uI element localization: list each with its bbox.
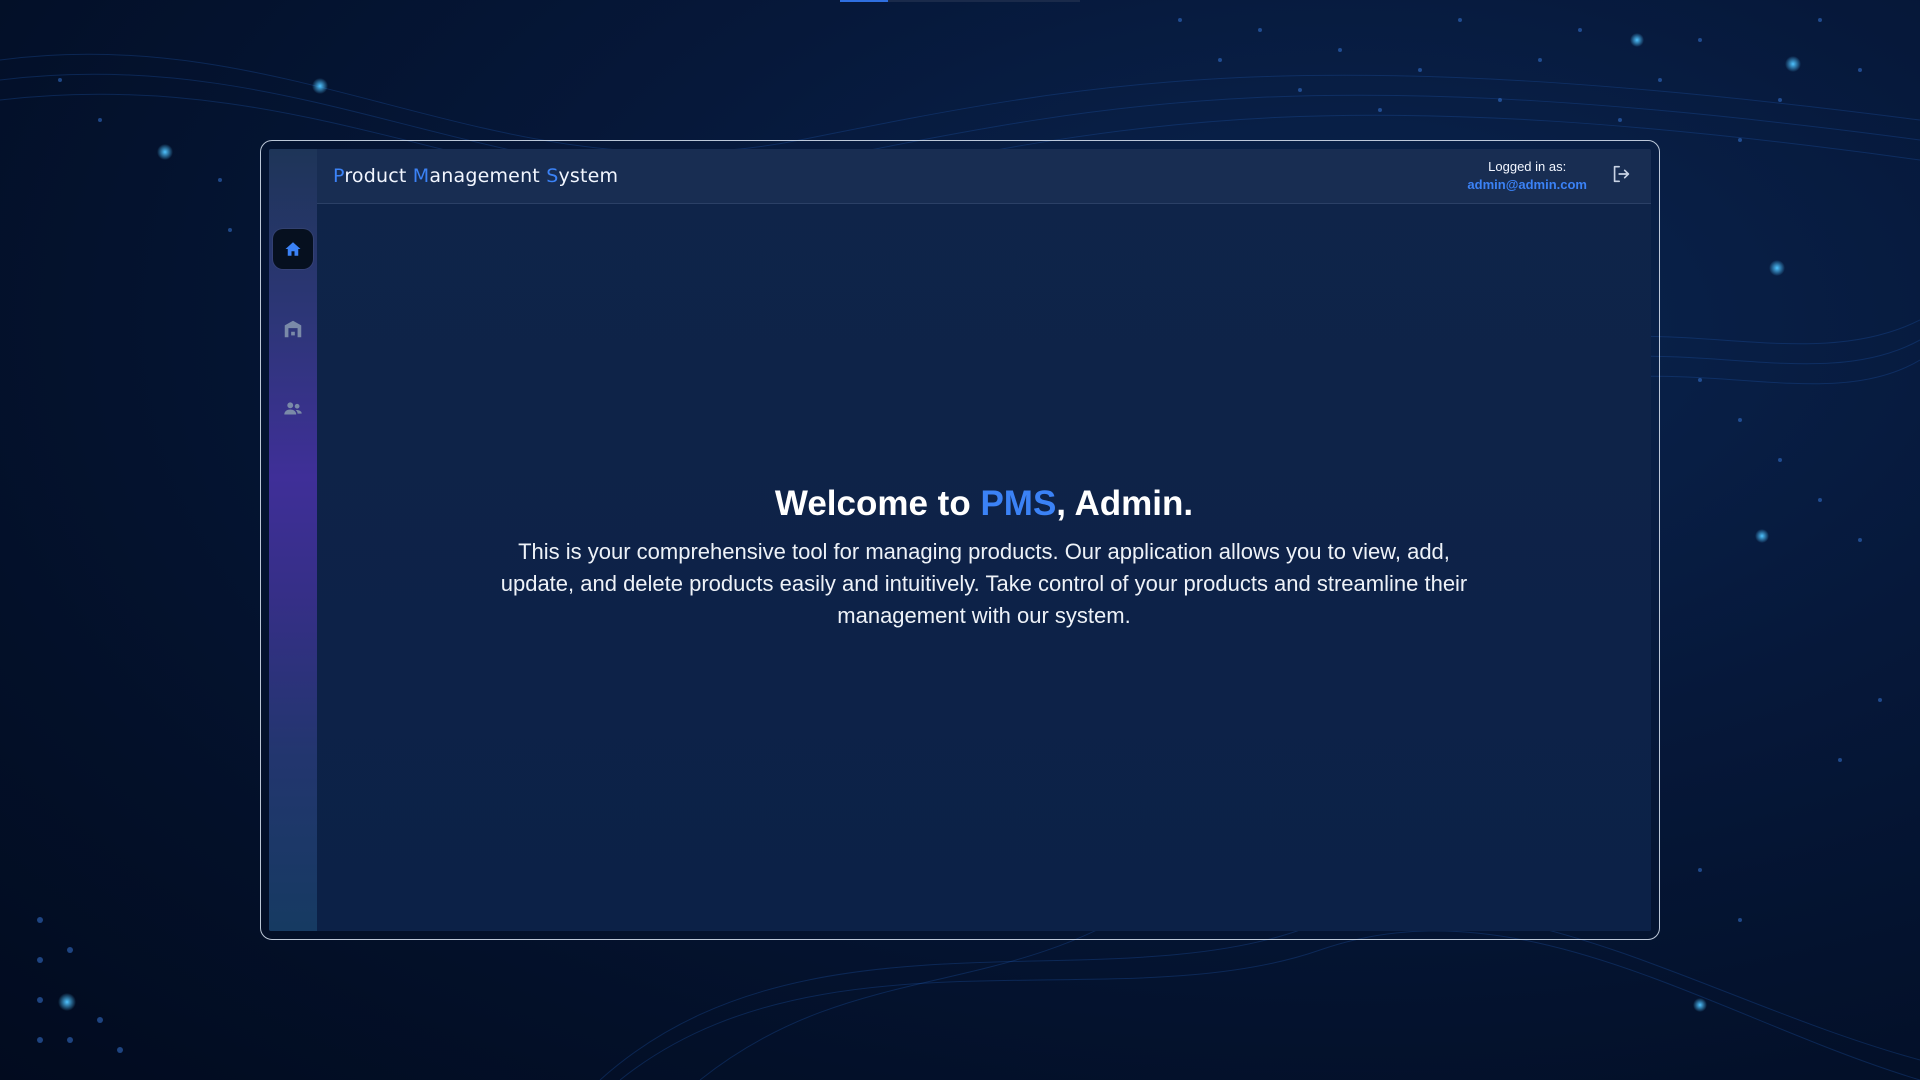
sidebar xyxy=(269,149,317,931)
user-area: Logged in as: admin@admin.com xyxy=(1467,158,1635,194)
logout-button[interactable] xyxy=(1607,162,1635,190)
app-frame: Product Management System Logged in as: … xyxy=(260,140,1660,940)
content-area: Product Management System Logged in as: … xyxy=(317,149,1651,931)
logged-in-label: Logged in as: xyxy=(1488,159,1567,174)
sidebar-item-home[interactable] xyxy=(273,229,313,269)
sidebar-item-warehouse[interactable] xyxy=(273,309,313,349)
user-info: Logged in as: admin@admin.com xyxy=(1467,158,1587,194)
welcome-prefix: Welcome to xyxy=(774,483,981,523)
app-title: Product Management System xyxy=(333,165,618,187)
warehouse-icon xyxy=(282,318,304,340)
welcome-suffix: , Admin. xyxy=(1056,483,1194,523)
topbar: Product Management System Logged in as: … xyxy=(317,149,1651,204)
user-email: admin@admin.com xyxy=(1467,177,1587,192)
welcome-brand: PMS xyxy=(980,483,1057,523)
top-accent-line xyxy=(840,0,1080,2)
home-icon xyxy=(284,240,302,258)
title-letter-m: M xyxy=(412,165,430,187)
title-word-anagement: anagement xyxy=(429,165,547,187)
title-letter-p: P xyxy=(333,165,345,187)
title-word-roduct: roduct xyxy=(344,165,413,187)
logout-icon xyxy=(1610,163,1632,190)
main-panel: Welcome to PMS, Admin. This is your comp… xyxy=(317,204,1651,931)
users-icon xyxy=(282,398,304,420)
welcome-heading: Welcome to PMS, Admin. xyxy=(775,484,1193,524)
sidebar-item-users[interactable] xyxy=(273,389,313,429)
title-letter-s: S xyxy=(546,165,559,187)
title-word-ystem: ystem xyxy=(558,165,619,187)
app-window: Product Management System Logged in as: … xyxy=(269,149,1651,931)
welcome-description: This is your comprehensive tool for mana… xyxy=(500,538,1468,628)
